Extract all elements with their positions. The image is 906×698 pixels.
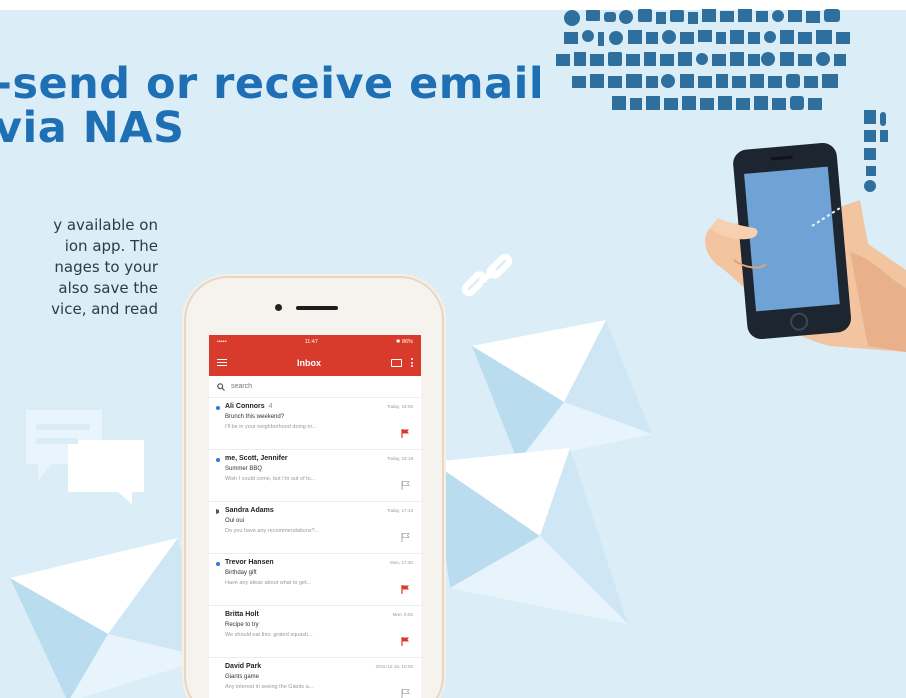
email-sender: me, Scott, Jennifer: [225, 455, 288, 462]
email-subject: Brunch this weekend?: [225, 414, 285, 420]
email-time: Today, 17:13: [387, 508, 413, 513]
app-bar: Inbox: [209, 349, 421, 376]
thread-count: 4: [268, 403, 273, 410]
email-subject: Summer BBQ: [225, 466, 263, 472]
page: -send or receive email via NAS y availab…: [0, 0, 906, 698]
compose-icon[interactable]: [391, 358, 402, 367]
email-time: Mon, 17:30: [390, 560, 413, 565]
speaker-grille: [296, 306, 338, 310]
search-icon: [217, 382, 225, 391]
email-list-item[interactable]: Trevor Hansen Mon, 17:30 Birthday gift Have…: [209, 554, 421, 606]
email-time: Today, 19:19: [387, 456, 413, 461]
camera-dot: [275, 304, 282, 311]
menu-icon[interactable]: [217, 358, 227, 367]
search-input[interactable]: [231, 383, 351, 390]
email-sender: Trevor Hansen: [225, 559, 274, 566]
email-time: Mon, 9:03: [392, 612, 413, 617]
hand-holding-phone: [705, 142, 906, 352]
email-preview: Wish I could come, but I'm out of to...: [225, 476, 316, 482]
unread-dot-icon: [216, 406, 220, 410]
search-bar: [209, 376, 421, 398]
flag-outline-icon[interactable]: [401, 532, 411, 542]
flag-icon[interactable]: [401, 428, 411, 438]
email-sender: Sandra Adams: [225, 507, 274, 514]
page-title-line-1: -send or receive email: [0, 59, 545, 109]
description-line: nages to your: [54, 258, 158, 276]
unread-dot-icon: [216, 458, 220, 462]
email-time: Today, 19:00: [387, 404, 413, 409]
email-subject: Recipe to try: [225, 622, 259, 628]
email-subject: Oui oui: [225, 518, 245, 524]
description-line: y available on: [53, 216, 158, 234]
flag-icon[interactable]: [401, 584, 411, 594]
page-title: -send or receive email via NAS: [0, 62, 544, 150]
description-line: ion app. The: [64, 237, 158, 255]
battery-status: ✱ 86%: [395, 339, 413, 345]
email-time: 2015-12-15, 10:00: [375, 664, 413, 669]
email-preview: Do you have any recommendations?...: [225, 528, 320, 534]
page-title-line-2: via NAS: [0, 103, 185, 153]
email-list-item[interactable]: Sandra Adams Today, 17:13 Oui oui Do you ha…: [209, 502, 421, 554]
email-sender: Ali Connors 4: [225, 403, 273, 410]
email-subject: Giants game: [225, 674, 260, 680]
unread-dot-icon: [216, 562, 220, 566]
email-sender: Britta Holt: [225, 611, 259, 618]
reply-icon: [216, 509, 224, 514]
email-list-item[interactable]: Britta Holt Mon, 9:03 Recipe to try We shou…: [209, 606, 421, 658]
email-preview: Have any ideas about what to get...: [225, 580, 312, 586]
email-list-item[interactable]: me, Scott, Jennifer Today, 19:19 Summer BB…: [209, 450, 421, 502]
envelope-icon: [10, 538, 208, 698]
description-line: also save the: [58, 279, 158, 297]
carrier-signal: •••••: [217, 339, 227, 345]
more-options-icon[interactable]: [411, 358, 413, 367]
email-preview: Any interest in seeing the Giants a...: [225, 684, 314, 690]
description-line: vice, and read: [51, 300, 158, 318]
status-bar: ••••• 11:47 ✱ 86%: [209, 335, 421, 349]
chat-bubble-icon: [26, 410, 144, 504]
flag-icon[interactable]: [401, 636, 411, 646]
email-subject: Birthday gift: [225, 570, 257, 576]
inbox-title: Inbox: [297, 357, 321, 368]
email-list: Ali Connors 4 Today, 19:00 Brunch this week…: [209, 398, 421, 698]
link-icon: [462, 254, 513, 297]
phone-screen: ••••• 11:47 ✱ 86% Inbox Ali Connors4 Toda…: [209, 335, 421, 698]
phone-mockup: ••••• 11:47 ✱ 86% Inbox Ali Connors4 Toda…: [186, 278, 442, 698]
envelope-icon: [432, 448, 628, 624]
status-time: 11:47: [304, 339, 318, 345]
description: y available on ion app. The nages to you…: [0, 215, 158, 320]
email-list-item[interactable]: Ali Connors 4 Today, 19:00 Brunch this week…: [209, 398, 421, 450]
flag-outline-icon[interactable]: [401, 480, 411, 490]
email-preview: I'll be in your neighborhood doing er...: [225, 424, 317, 430]
email-list-item[interactable]: David Park 2015-12-15, 10:00 Giants game An…: [209, 658, 421, 698]
flag-outline-icon[interactable]: [401, 688, 411, 698]
email-preview: We should eat this: grated squash...: [225, 632, 313, 638]
